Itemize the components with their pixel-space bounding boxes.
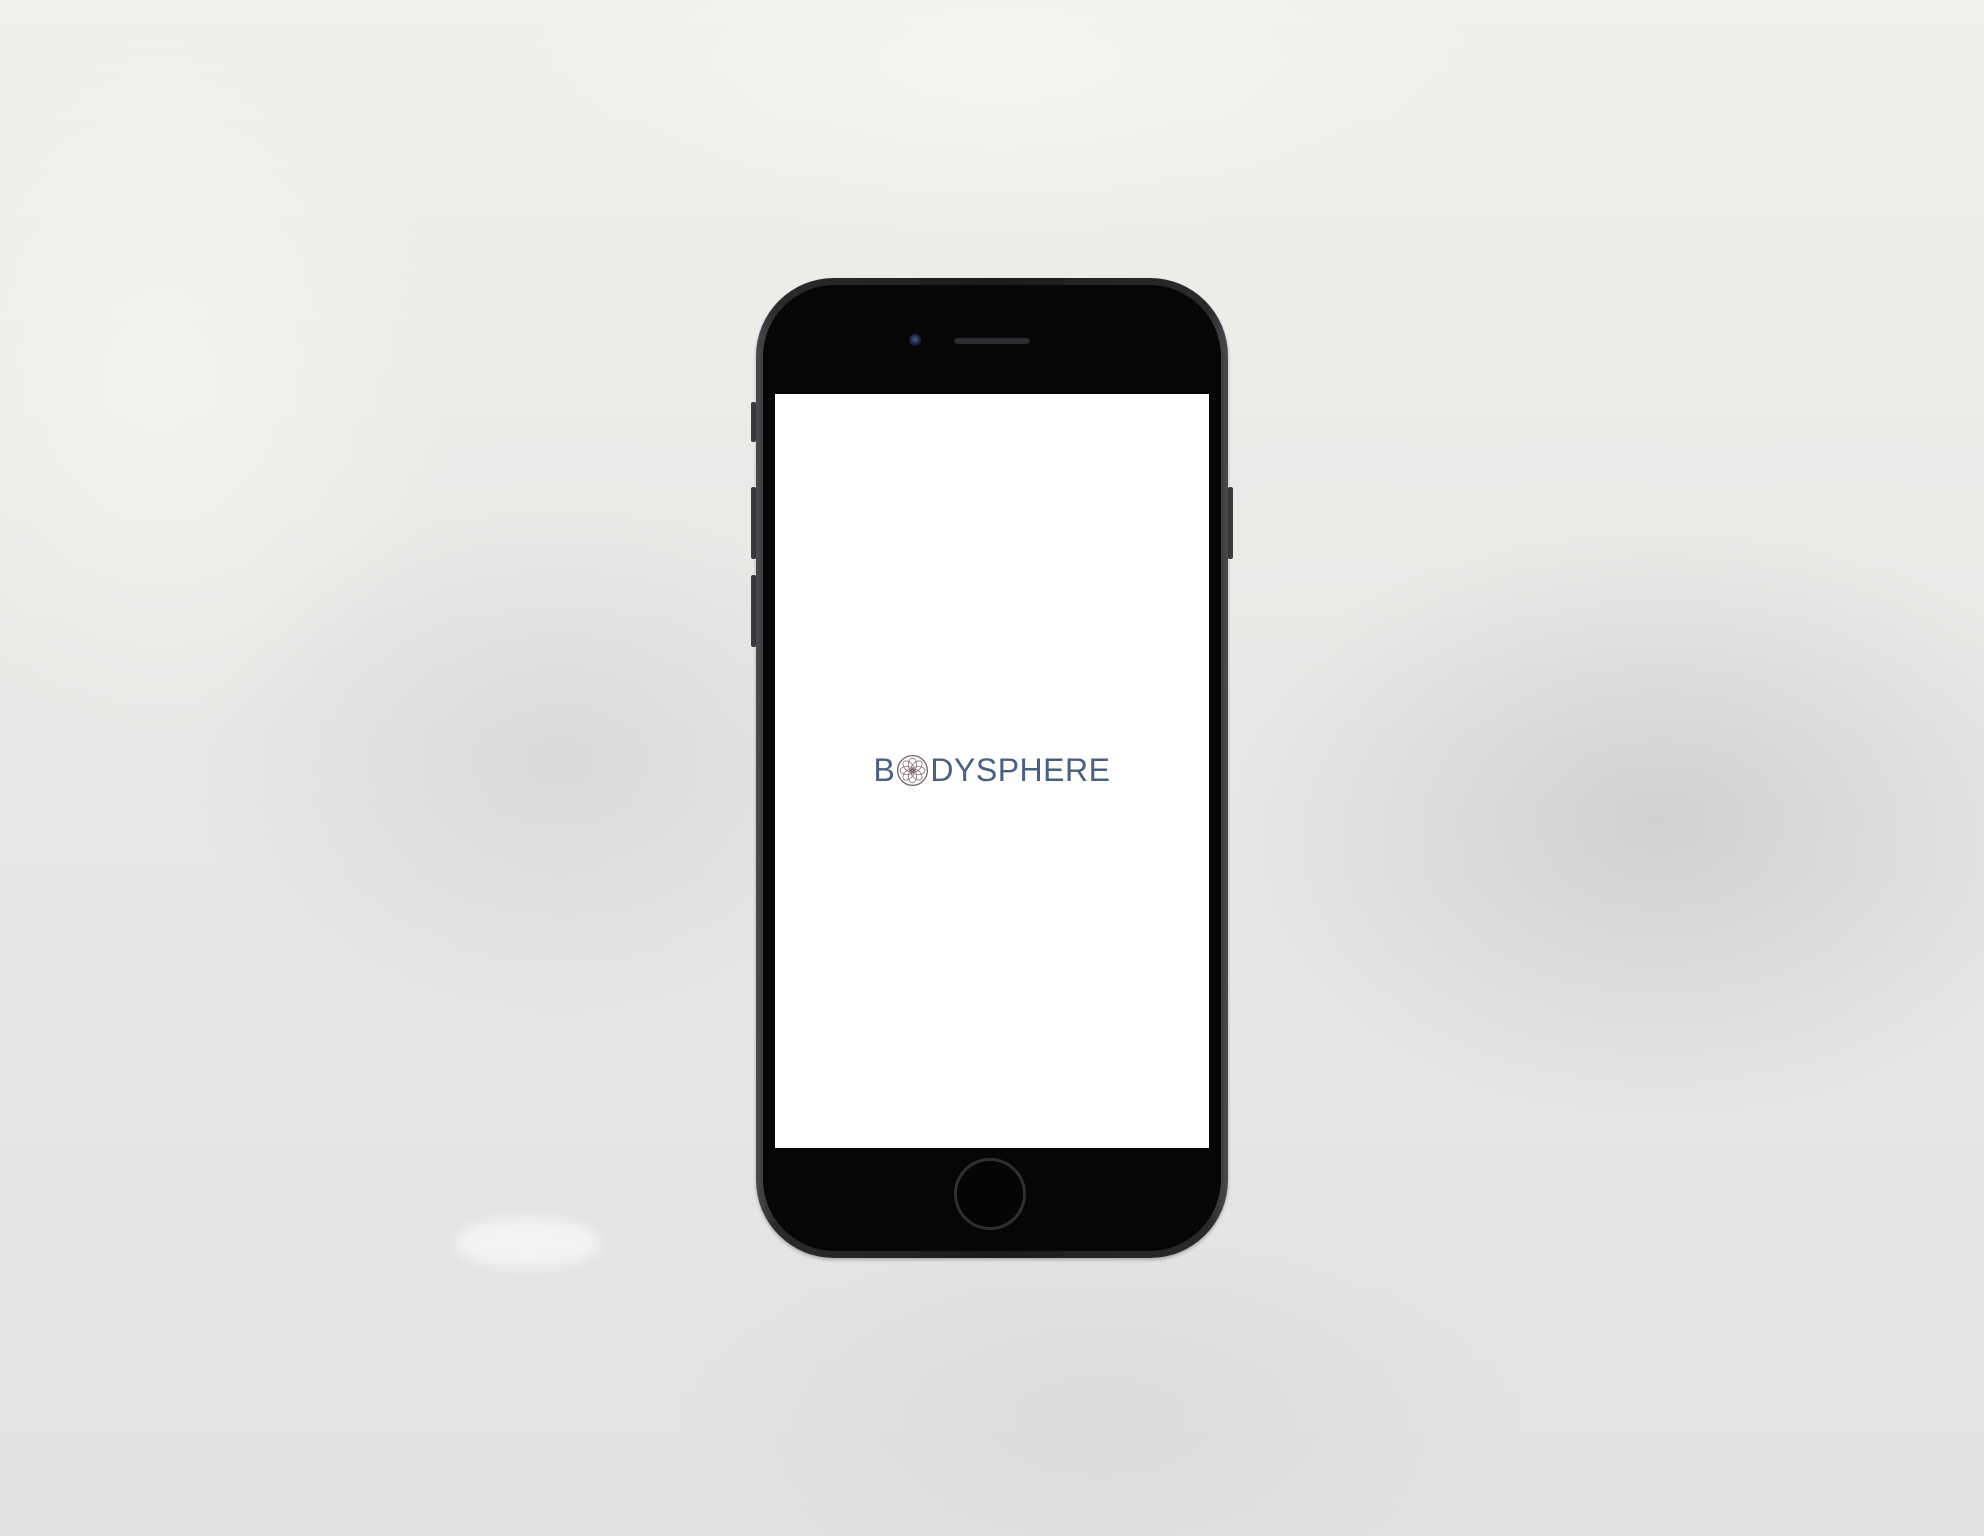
mandala-flower-icon: [897, 754, 929, 786]
home-button[interactable]: [954, 1158, 1026, 1230]
earpiece-speaker: [954, 337, 1030, 344]
brand-name-rest: DYSPHERE: [930, 751, 1111, 788]
app-logo: B DYSPHERE: [775, 750, 1209, 790]
app-splash-screen: B DYSPHERE: [775, 394, 1209, 1148]
background-highlight: [455, 1218, 600, 1268]
front-camera-icon: [909, 334, 921, 346]
power-button: [1228, 487, 1233, 559]
brand-letter-b: B: [873, 751, 896, 788]
